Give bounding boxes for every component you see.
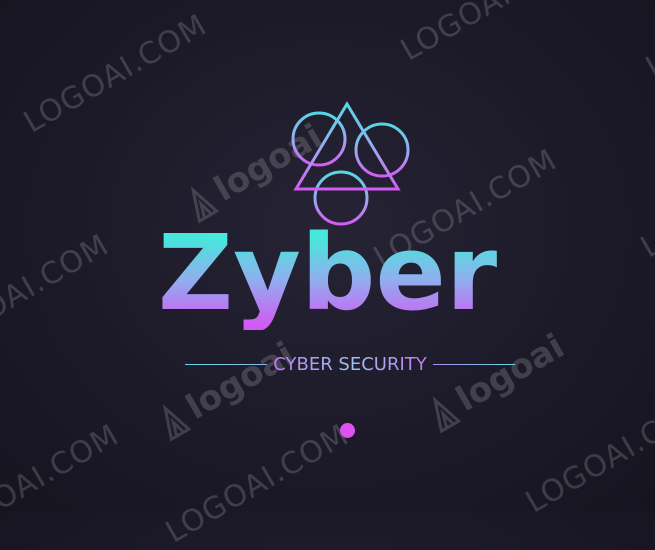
tagline-divider-right — [432, 363, 516, 366]
watermark-logo: logoai — [150, 334, 301, 444]
watermark-text-label: LOGOAI.COM — [395, 0, 590, 69]
watermark-text-label: LOGOAI.COM — [160, 417, 355, 550]
dot-icon — [340, 423, 355, 438]
watermark-text-label: LOGOAI.COM — [18, 7, 213, 141]
tagline: CYBER SECURITY — [273, 354, 427, 375]
watermark-text: LOGOAI.COM — [0, 418, 125, 550]
watermark-text-label: LOGOAI.COM — [520, 387, 655, 521]
watermark-logo-label: logoai — [179, 334, 302, 428]
brand-name: Zyber — [0, 216, 655, 331]
watermark-text: LOGOAI.COM — [160, 418, 355, 550]
logo-canvas: LOGOAI.COM LOGOAI.COM LOGOAI.COM LOGOAI.… — [0, 0, 655, 550]
triangle-circles-emblem-icon — [291, 101, 410, 226]
watermark-text: LOGOAI.COM — [640, 0, 655, 85]
watermark-text: LOGOAI.COM — [18, 8, 213, 141]
watermark-text-label: LOGOAI.COM — [0, 417, 125, 550]
watermark-text-label: LOGOAI.COM — [640, 0, 655, 86]
tagline-divider-left — [185, 363, 268, 366]
watermark-text: LOGOAI.COM — [520, 388, 655, 521]
watermark-logo: logoai — [420, 326, 571, 436]
watermark-text: LOGOAI.COM — [395, 0, 590, 68]
tagline-row: CYBER SECURITY — [185, 354, 516, 375]
